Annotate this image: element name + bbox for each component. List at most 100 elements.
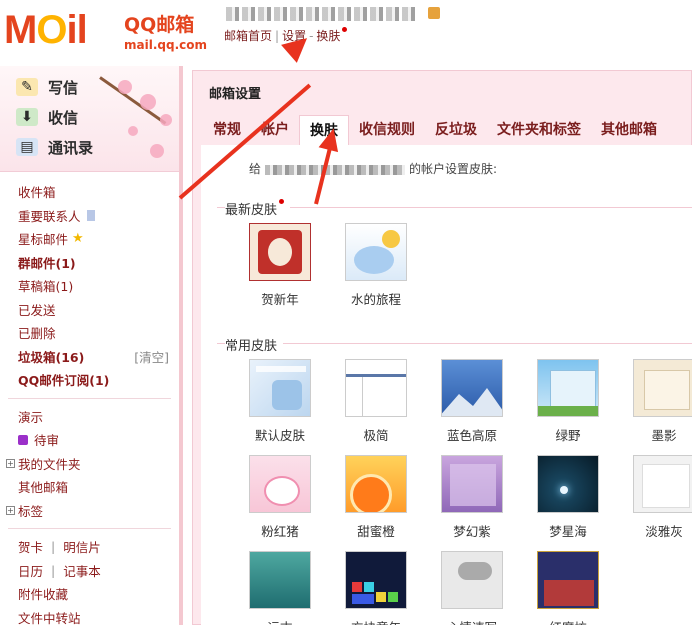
clear-spam-link[interactable]: [清空] — [134, 347, 169, 366]
sun-icon — [382, 230, 400, 248]
skin-thumbnail — [537, 455, 599, 513]
tools-row-cards: 贺卡 | 明信片 — [0, 535, 179, 559]
other-mailboxes[interactable]: 其他邮箱 — [0, 475, 179, 499]
skin-content: 给的帐户设置皮肤: 最新皮肤 贺新年 水的旅程 常用皮肤 默认皮肤 极简 蓝色高… — [201, 145, 692, 625]
tags[interactable]: + 标签 — [0, 499, 179, 523]
star-glow-icon — [560, 486, 568, 494]
skin-default[interactable]: 默认皮肤 — [245, 359, 315, 444]
skin-thumbnail — [249, 223, 311, 281]
tab-rules[interactable]: 收信规则 — [349, 115, 425, 145]
skin-label: 绿野 — [555, 428, 581, 443]
skin-label: 梦幻紫 — [453, 524, 491, 539]
tag-pending[interactable]: 待审 — [0, 428, 179, 452]
skin-moulin-rouge[interactable]: 红磨坊 — [533, 551, 603, 625]
skin-label: 远古 — [245, 617, 315, 625]
bookmark-icon — [86, 209, 95, 221]
contacts-button[interactable]: ▤ 通讯录 — [0, 132, 179, 162]
qqmail-logo[interactable]: MOil — [4, 8, 88, 53]
brand-name: QQ邮箱 — [124, 14, 195, 36]
skin-blue-plateau[interactable]: 蓝色高原 — [437, 359, 507, 444]
link-notes[interactable]: 记事本 — [63, 561, 101, 580]
block-icon — [376, 592, 386, 602]
orange-slice-icon — [350, 474, 392, 512]
skin-thumbnail — [441, 359, 503, 417]
link-calendar[interactable]: 日历 — [18, 561, 43, 580]
folder-label: 重要联系人 — [18, 208, 81, 224]
skin-thumbnail — [345, 223, 407, 281]
link-attachments[interactable]: 附件收藏 — [0, 582, 179, 606]
link-home[interactable]: 邮箱首页 — [224, 29, 272, 43]
skin-mood-sketch[interactable]: 心情速写 — [437, 551, 507, 625]
minimal-bar — [346, 374, 406, 377]
folder-important-contacts[interactable]: 重要联系人 — [0, 204, 179, 228]
skin-ancient[interactable]: 远古 — [245, 551, 315, 625]
folder-demo[interactable]: 演示 — [0, 405, 179, 429]
folder-label: 已删除 — [18, 326, 56, 342]
section-common-skins: 常用皮肤 — [225, 335, 284, 354]
tag-color-icon — [18, 434, 28, 445]
divider — [8, 528, 171, 529]
skin-thumbnail — [441, 551, 503, 609]
expand-icon[interactable]: + — [6, 458, 15, 468]
skin-minimal[interactable]: 极简 — [341, 359, 411, 444]
skin-ink-shadow[interactable]: 墨影 — [629, 359, 692, 444]
compose-button[interactable]: ✎ 写信 — [0, 72, 179, 102]
receive-button[interactable]: ⬇ 收信 — [0, 102, 179, 132]
window-panel — [642, 464, 690, 508]
pig-icon — [264, 476, 300, 506]
tab-folders-tags[interactable]: 文件夹和标签 — [487, 115, 591, 145]
skin-label: 极简 — [363, 428, 389, 443]
skin-thumbnail — [537, 551, 599, 609]
link-greeting-card[interactable]: 贺卡 — [18, 537, 43, 556]
folder-deleted[interactable]: 已删除 — [0, 321, 179, 345]
link-postcard[interactable]: 明信片 — [63, 537, 101, 556]
skin-green-field[interactable]: 绿野 — [533, 359, 603, 444]
folder-group-mail[interactable]: 群邮件(1) — [0, 251, 179, 275]
cloud-icon — [458, 562, 492, 580]
folder-drafts[interactable]: 草稿箱(1) — [0, 274, 179, 298]
folder-label: 已发送 — [18, 302, 56, 318]
skin-light-gray[interactable]: 淡雅灰 — [629, 455, 692, 540]
folder-inbox[interactable]: 收件箱 — [0, 180, 179, 204]
separator: | — [275, 29, 280, 43]
mountain-icon — [442, 388, 502, 416]
contacts-label: 通讯录 — [48, 138, 94, 157]
folder-label: 待审 — [34, 433, 60, 449]
windmill-house-icon — [544, 580, 594, 606]
desc-prefix: 给 — [249, 162, 262, 176]
skin-thumbnail — [345, 455, 407, 513]
folder-sent[interactable]: 已发送 — [0, 298, 179, 322]
link-skin[interactable]: 换肤 — [316, 29, 340, 43]
skin-label: 蓝色高原 — [446, 428, 497, 443]
my-folders[interactable]: + 我的文件夹 — [0, 452, 179, 476]
folder-label: 草稿箱(1) — [18, 279, 74, 295]
water-drop-icon — [354, 246, 394, 274]
folder-nav: 收件箱 重要联系人 星标邮件 ★ 群邮件(1) 草稿箱(1) 已发送 已删除 垃圾… — [0, 172, 179, 625]
folder-label: 星标邮件 — [18, 232, 69, 248]
tab-other-mailboxes[interactable]: 其他邮箱 — [591, 115, 667, 145]
tools-row-calendar: 日历 | 记事本 — [0, 559, 179, 583]
tool-label: 文件中转站 — [18, 610, 81, 625]
folder-subscriptions[interactable]: QQ邮件订阅(1) — [0, 368, 179, 392]
skin-pink-pig[interactable]: 粉红猪 — [245, 455, 315, 540]
folder-starred[interactable]: 星标邮件 ★ — [0, 227, 179, 251]
skin-label: 心情速写 — [437, 617, 507, 625]
tab-antispam[interactable]: 反垃圾 — [425, 115, 487, 145]
skin-star-sea[interactable]: 梦星海 — [533, 455, 603, 540]
skin-label: 贺新年 — [261, 292, 299, 307]
expand-icon[interactable]: + — [6, 505, 15, 515]
paper-cut-detail — [268, 238, 292, 266]
divider — [8, 397, 171, 399]
skin-sweet-orange[interactable]: 甜蜜橙 — [341, 455, 411, 540]
folder-spam[interactable]: 垃圾箱(16) [清空] — [0, 345, 179, 369]
skin-thumbnail — [441, 455, 503, 513]
skin-water-journey[interactable]: 水的旅程 — [341, 223, 411, 308]
block-icon — [364, 582, 374, 592]
skin-new-year[interactable]: 贺新年 — [245, 223, 315, 308]
skin-block-childhood[interactable]: 方块童年 — [341, 551, 411, 625]
skin-dream-purple[interactable]: 梦幻紫 — [437, 455, 507, 540]
link-file-transfer[interactable]: 文件中转站 — [0, 606, 179, 625]
skin-label: 梦星海 — [549, 524, 587, 539]
folder-label: 其他邮箱 — [18, 480, 69, 496]
block-icon — [388, 592, 398, 602]
